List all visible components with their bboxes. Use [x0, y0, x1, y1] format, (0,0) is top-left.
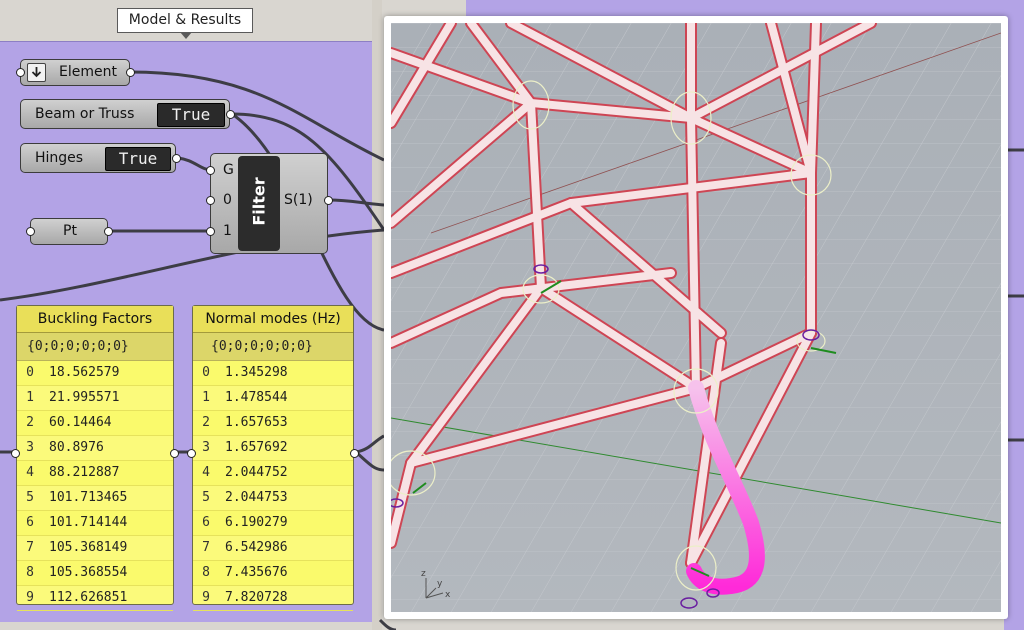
buckling-factors-panel[interactable]: Buckling Factors {0;0;0;0;0;0} 0 18.56257… [11, 305, 179, 611]
grasshopper-canvas[interactable]: Model & Results Element Beam or Truss Tr… [0, 0, 1024, 630]
output-port[interactable] [172, 154, 181, 163]
list-item: 1 1.478544 [193, 386, 353, 411]
list-item: 0 1.345298 [193, 361, 353, 386]
list-item: 1 21.995571 [17, 386, 173, 411]
output-port[interactable] [226, 110, 235, 119]
svg-text:x: x [445, 590, 451, 600]
list-item: 5 101.713465 [17, 486, 173, 511]
element-param[interactable]: Element [16, 59, 135, 86]
input-port[interactable] [187, 449, 196, 458]
svg-text:y: y [437, 579, 443, 589]
beam-or-truss-toggle[interactable]: Beam or Truss True [20, 99, 235, 129]
svg-text:z: z [421, 569, 426, 579]
wire [378, 618, 397, 630]
element-label: Element [59, 64, 117, 80]
list-item: 8 105.368554 [17, 561, 173, 586]
list-item: 7 105.368149 [17, 536, 173, 561]
list-item: 7 6.542986 [193, 536, 353, 561]
panel-title: Buckling Factors [17, 306, 173, 333]
list-item: 2 1.657653 [193, 411, 353, 436]
panel-rows: 0 1.345298 1 1.478544 2 1.657653 3 1.657692 … [193, 361, 353, 611]
input-port[interactable] [206, 227, 215, 236]
input-port[interactable] [16, 68, 25, 77]
output-port[interactable] [170, 449, 179, 458]
pt-label: Pt [63, 223, 77, 239]
list-item: 3 1.657692 [193, 436, 353, 461]
panel-path: {0;0;0;0;0;0} [17, 333, 173, 361]
output-port[interactable] [350, 449, 359, 458]
filter-body: Filter [238, 156, 280, 251]
wire [354, 450, 385, 472]
pt-param[interactable]: Pt [26, 218, 113, 245]
beam-or-truss-value[interactable]: True [157, 103, 225, 127]
structure-render: z y x [391, 23, 1001, 612]
list-item: 6 101.714144 [17, 511, 173, 536]
panel-path: {0;0;0;0;0;0} [193, 333, 353, 361]
list-item: 5 2.044753 [193, 486, 353, 511]
list-item: 3 80.8976 [17, 436, 173, 461]
list-item: 8 7.435676 [193, 561, 353, 586]
group-tooltip: Model & Results [117, 8, 253, 33]
input-port[interactable] [11, 449, 20, 458]
rhino-viewport[interactable]: z y x [384, 16, 1008, 619]
list-item: 0 18.562579 [17, 361, 173, 386]
normal-modes-panel[interactable]: Normal modes (Hz) {0;0;0;0;0;0} 0 1.34529… [187, 305, 359, 611]
list-item: 2 60.14464 [17, 411, 173, 436]
hinges-toggle[interactable]: Hinges True [20, 143, 181, 173]
output-port[interactable] [324, 196, 333, 205]
viewport-scene[interactable]: z y x [391, 23, 1001, 612]
wire [355, 434, 385, 454]
hinges-value[interactable]: True [105, 147, 171, 171]
filter-input-g[interactable]: G [223, 162, 234, 178]
panel-rows: 0 18.562579 1 21.995571 2 60.14464 3 80.8976… [17, 361, 173, 611]
wire [327, 198, 385, 207]
output-port[interactable] [126, 68, 135, 77]
beam-or-truss-label: Beam or Truss [35, 106, 135, 122]
list-item: 4 88.212887 [17, 461, 173, 486]
filter-input-0[interactable]: 0 [223, 192, 232, 208]
list-item: 4 2.044752 [193, 461, 353, 486]
input-port[interactable] [206, 196, 215, 205]
list-item: 9 112.626851 [17, 586, 173, 611]
panel-title: Normal modes (Hz) [193, 306, 353, 333]
hinges-label: Hinges [35, 150, 84, 166]
filter-output-s1[interactable]: S(1) [284, 192, 313, 208]
output-port[interactable] [104, 227, 113, 236]
tooltip-pointer [180, 32, 192, 39]
filter-input-1[interactable]: 1 [223, 223, 232, 239]
list-item: 9 7.820728 [193, 586, 353, 611]
filter-title: Filter [249, 177, 269, 226]
input-port[interactable] [206, 166, 215, 175]
chevron-down-icon[interactable] [27, 63, 46, 82]
list-item: 6 6.190279 [193, 511, 353, 536]
input-port[interactable] [26, 227, 35, 236]
